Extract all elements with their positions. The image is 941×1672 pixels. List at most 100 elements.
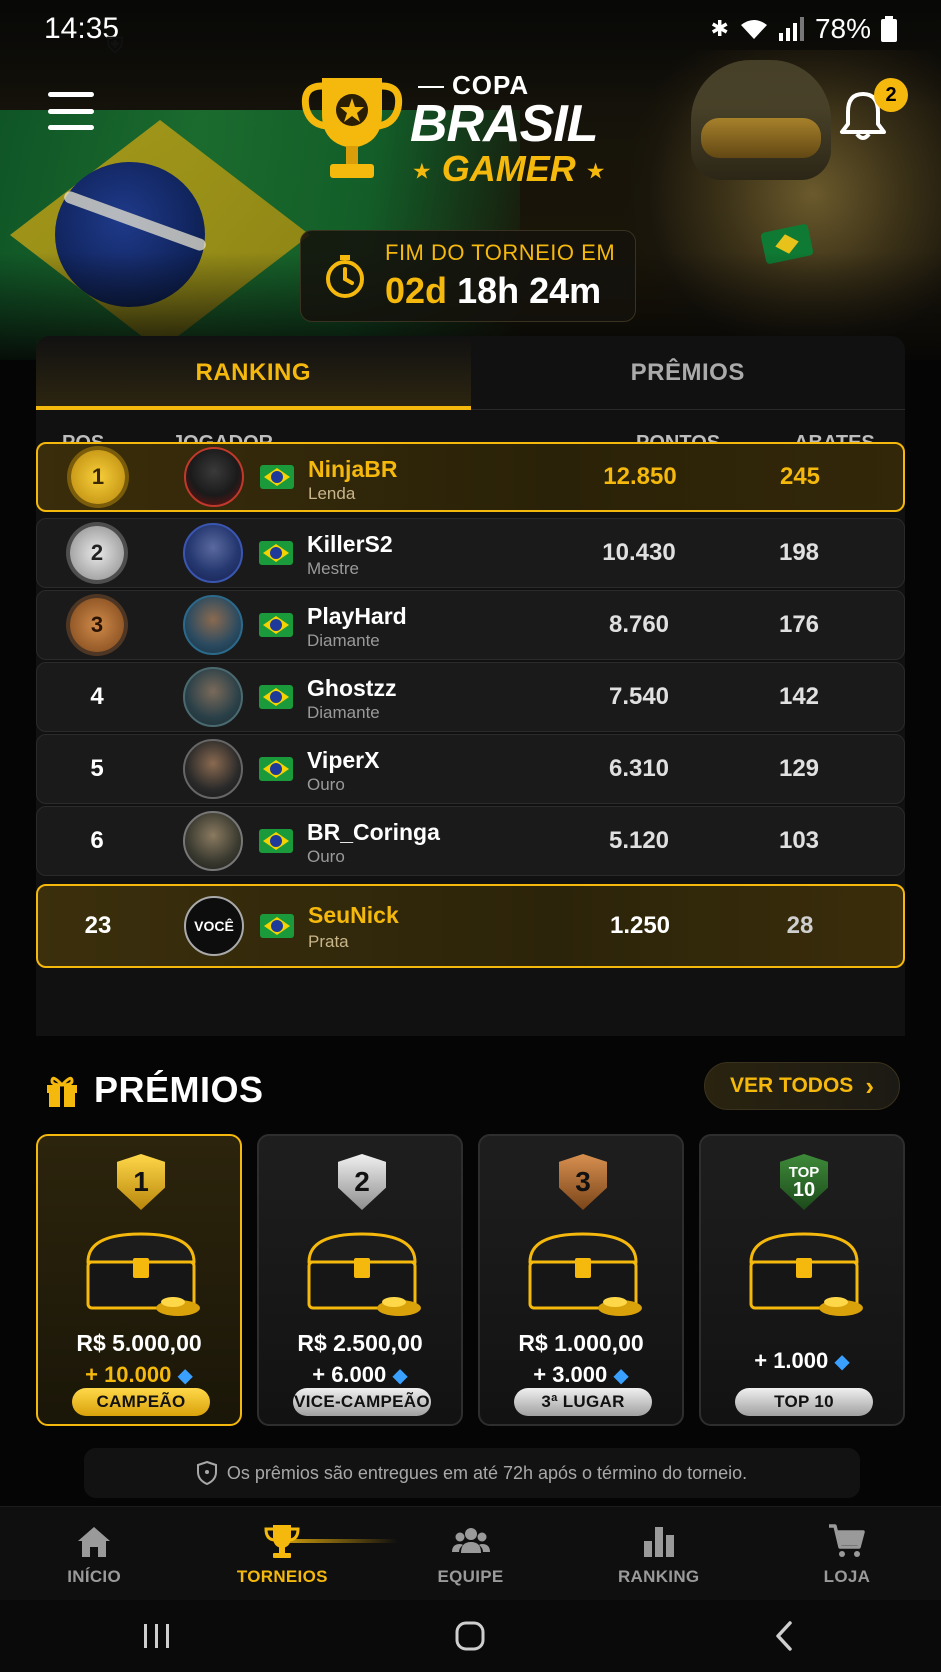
prize-money: R$ 2.500,00 (297, 1330, 423, 1356)
table-row[interactable]: 1 NinjaBR Lenda 12.850 245 (36, 442, 905, 512)
nav-equipe[interactable]: EQUIPE (376, 1507, 564, 1600)
player-points: 6.310 (608, 755, 670, 782)
recent-apps-button[interactable] (127, 1614, 187, 1658)
bronze-medal-icon: 3 (70, 598, 124, 652)
prize-label: VICE-CAMPEÃO (293, 1388, 431, 1416)
player-rank: Prata (308, 932, 349, 951)
player-points: 5.120 (608, 827, 670, 854)
prizes-note: Os prêmios são entregues em até 72h após… (84, 1448, 860, 1498)
nav-loja[interactable]: LOJA (753, 1507, 941, 1600)
player-points: 12.850 (603, 463, 677, 490)
shield-icon (196, 1461, 217, 1485)
brazil-flag-icon (260, 465, 294, 489)
prizes-title: PRÉMIOS (94, 1069, 264, 1110)
treasure-chest-icon (307, 1232, 421, 1316)
player-name: KillerS2 (307, 531, 393, 557)
tab-premios[interactable]: PRÊMIOS (471, 336, 906, 409)
prize-card-top10[interactable]: TOP 10 + 1.000 ◆ TOP 10 (699, 1134, 905, 1426)
home-icon (78, 1526, 111, 1557)
brazil-flag-icon (259, 685, 293, 709)
player-name: SeuNick (308, 902, 399, 928)
trophy-logo-icon (301, 78, 403, 178)
see-all-button[interactable]: VER TODOS › (704, 1062, 900, 1110)
table-row[interactable]: 5 ViperX Ouro 6.310 129 (36, 734, 905, 804)
prize-card-third[interactable]: 3 R$ 1.000,00 + 3.000 ◆ 3ª LUGAR (478, 1134, 684, 1426)
prize-gems: + 6.000 ◆ (312, 1362, 408, 1387)
player-name: ViperX (307, 747, 380, 773)
stopwatch-icon (326, 255, 364, 298)
player-position: 6 (90, 827, 104, 854)
player-kills: 142 (778, 683, 820, 710)
table-row[interactable]: 2 KillerS2 Mestre 10.430 198 (36, 518, 905, 588)
prizes-header: PRÉMIOS (44, 1062, 264, 1118)
your-ranking-row[interactable]: 23 VOCÊ SeuNick Prata 1.250 28 (36, 884, 905, 968)
tab-ranking[interactable]: RANKING (36, 336, 471, 410)
gift-icon (47, 1076, 77, 1107)
player-position: 23 (84, 912, 112, 939)
bar-chart-icon (643, 1526, 674, 1557)
bottom-navigation: INÍCIO TORNEIOS EQUIPE RANKING LOJA (0, 1506, 941, 1600)
player-kills: 28 (786, 912, 814, 939)
battery-icon (881, 16, 897, 42)
table-row[interactable]: 3 PlayHard Diamante 8.760 176 (36, 590, 905, 660)
player-position: 4 (90, 683, 104, 710)
player-points: 10.430 (602, 539, 676, 566)
player-kills: 129 (778, 755, 820, 782)
table-row[interactable]: 4 Ghostzz Diamante 7.540 142 (36, 662, 905, 732)
wifi-icon (740, 20, 767, 39)
brazil-flag-icon (260, 914, 294, 938)
avatar (183, 595, 243, 655)
player-name: Ghostzz (307, 675, 397, 701)
diamond-icon: ◆ (613, 1365, 629, 1387)
diamond-icon: ◆ (177, 1365, 193, 1387)
avatar: VOCÊ (184, 896, 244, 956)
brazil-flag-icon (259, 541, 293, 565)
cart-icon (828, 1523, 865, 1557)
table-row[interactable]: 6 BR_Coringa Ouro 5.120 103 (36, 806, 905, 876)
system-navigation-bar (0, 1600, 941, 1672)
signal-icon (778, 17, 804, 41)
status-bar: 14:35 ⛨ ✱ 78% (0, 0, 941, 58)
player-name: BR_Coringa (307, 819, 440, 845)
avatar (183, 811, 243, 871)
menu-button[interactable] (48, 92, 94, 130)
player-rank: Lenda (308, 484, 356, 503)
chevron-right-icon: › (865, 1070, 874, 1101)
diamond-icon: ◆ (392, 1365, 408, 1387)
prize-money: R$ 5.000,00 (76, 1330, 202, 1356)
player-kills: 176 (778, 611, 820, 638)
prize-gems: + 3.000 ◆ (533, 1362, 629, 1387)
diamond-icon: ◆ (834, 1351, 850, 1373)
prize-card-second[interactable]: 2 R$ 2.500,00 + 6.000 ◆ VICE-CAMPEÃO (257, 1134, 463, 1426)
rank-3-badge-icon: 3 (559, 1154, 607, 1210)
nav-ranking[interactable]: RANKING (565, 1507, 753, 1600)
recent-apps-icon (143, 1624, 169, 1648)
treasure-chest-icon (528, 1232, 642, 1316)
rank-2-badge-icon: 2 (338, 1154, 386, 1210)
ranking-panel: RANKING PRÊMIOS POS. JOGADOR PONTOS ABAT… (36, 336, 905, 1036)
treasure-chest-icon (749, 1232, 863, 1316)
back-button[interactable] (754, 1614, 814, 1658)
prize-card-first[interactable]: 1 R$ 5.000,00 + 10.000 ◆ CAMPEÃO (36, 1134, 242, 1426)
rank-1-badge-icon: 1 (117, 1154, 165, 1210)
player-rank: Diamante (307, 631, 380, 650)
prize-label: 3ª LUGAR (514, 1388, 652, 1416)
brazil-flag-icon (259, 613, 293, 637)
timer-label: FIM DO TORNEIO EM (385, 240, 616, 265)
home-button[interactable] (440, 1614, 500, 1658)
vibrate-icon: ✱ (710, 16, 729, 41)
player-position: 5 (90, 755, 104, 782)
player-points: 7.540 (608, 683, 670, 710)
player-kills: 103 (778, 827, 820, 854)
treasure-chest-icon (86, 1232, 200, 1316)
prize-label: TOP 10 (735, 1388, 873, 1416)
player-rank: Mestre (307, 559, 359, 578)
logo-brasil: BRASIL (410, 95, 599, 153)
player-kills: 198 (778, 539, 820, 566)
player-name: PlayHard (307, 603, 407, 629)
team-icon (451, 1527, 490, 1553)
nav-inicio[interactable]: INÍCIO (0, 1507, 188, 1600)
avatar (183, 739, 243, 799)
star-icon: ★ (412, 158, 432, 184)
nav-torneios[interactable]: TORNEIOS (188, 1507, 399, 1600)
